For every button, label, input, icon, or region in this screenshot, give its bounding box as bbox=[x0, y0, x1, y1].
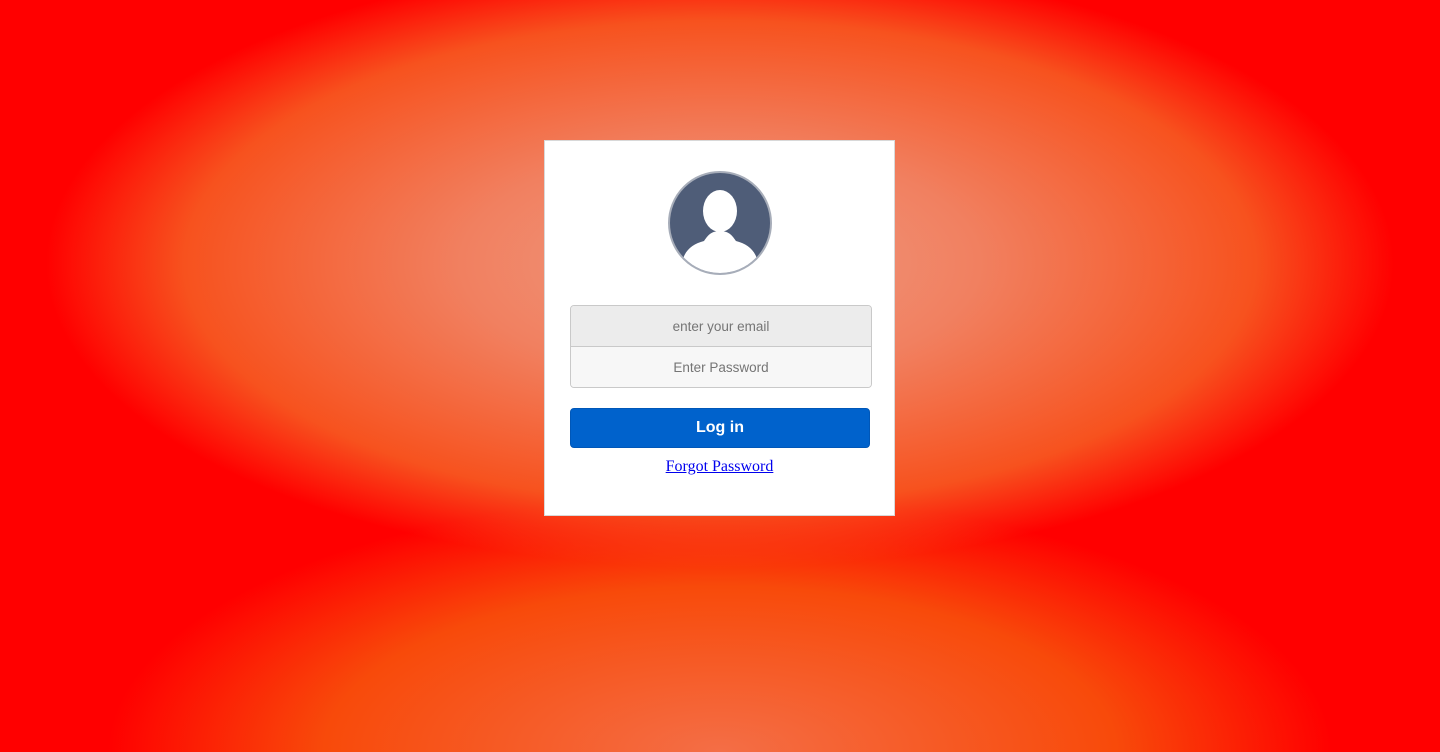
login-card: Log in Forgot Password bbox=[544, 140, 895, 516]
password-input[interactable] bbox=[571, 347, 871, 387]
forgot-password-link[interactable]: Forgot Password bbox=[666, 458, 774, 475]
login-button[interactable]: Log in bbox=[570, 408, 870, 448]
credentials-group bbox=[570, 305, 872, 388]
email-input[interactable] bbox=[571, 306, 871, 347]
user-silhouette-icon bbox=[668, 171, 772, 275]
forgot-password-container: Forgot Password bbox=[545, 458, 894, 476]
